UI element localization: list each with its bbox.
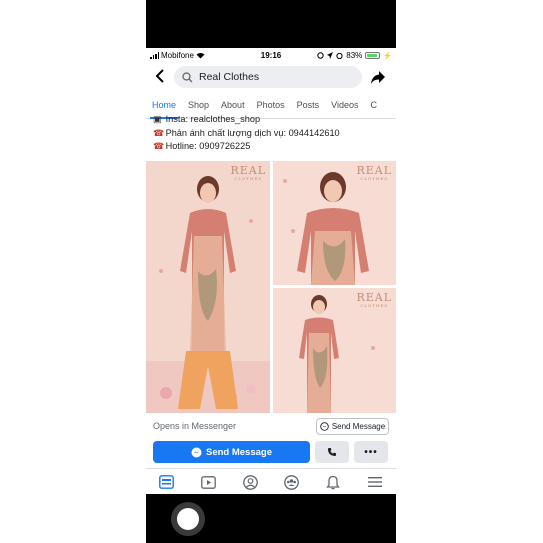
back-icon[interactable] xyxy=(154,68,166,84)
product-photo-3[interactable]: REAL CLOTHES xyxy=(273,288,396,413)
send-message-outline-button[interactable]: Send Message xyxy=(316,418,389,435)
groups-icon[interactable] xyxy=(282,472,302,492)
camera-icon: ▣ xyxy=(153,114,162,124)
battery-percent: 83% xyxy=(346,51,363,60)
home-button[interactable] xyxy=(171,502,205,536)
brand-logo: REAL CLOTHES xyxy=(230,165,266,181)
opens-in-messenger-label: Opens in Messenger xyxy=(153,421,237,431)
status-right: 83% ⚡ xyxy=(317,51,392,60)
send-message-button[interactable]: Send Message xyxy=(153,441,310,463)
brand-name: REAL xyxy=(356,164,392,177)
orientation-lock-icon xyxy=(317,52,324,59)
share-icon[interactable] xyxy=(370,69,386,85)
info-line-insta: ▣ Insta: realclothes_shop xyxy=(153,113,393,127)
watch-icon[interactable] xyxy=(198,472,218,492)
feed-icon[interactable] xyxy=(157,472,177,492)
brand-sub: CLOTHES xyxy=(360,303,389,308)
messenger-icon xyxy=(320,422,329,431)
search-header: Real Clothes xyxy=(146,62,396,92)
location-icon xyxy=(327,52,334,59)
messenger-icon xyxy=(191,447,202,457)
product-photo-1[interactable]: REAL CLOTHES xyxy=(146,161,270,413)
product-photo-2[interactable]: REAL CLOTHES xyxy=(273,161,396,285)
phone-frame: Mobifone 19:16 83% ⚡ Real Clothes Home S… xyxy=(146,0,396,543)
menu-icon[interactable] xyxy=(365,472,385,492)
alarm-icon xyxy=(336,52,343,59)
search-query: Real Clothes xyxy=(199,71,260,83)
post-text: ▣ Insta: realclothes_shop ☎ Phản ánh chấ… xyxy=(153,114,393,154)
brand-logo: REAL CLOTHES xyxy=(356,292,392,308)
brand-name: REAL xyxy=(230,164,266,177)
battery-icon xyxy=(365,52,381,59)
bottom-navigation xyxy=(146,468,396,494)
search-input[interactable]: Real Clothes xyxy=(174,66,362,88)
search-icon xyxy=(182,71,193,82)
send-message-outline-label: Send Message xyxy=(331,422,386,431)
status-bar: Mobifone 19:16 83% ⚡ xyxy=(146,48,396,62)
photo-grid: REAL CLOTHES REAL CLOTHES REAL CLOTHES xyxy=(146,161,396,413)
call-button[interactable] xyxy=(315,441,349,463)
brand-sub: CLOTHES xyxy=(234,176,263,181)
telephone-icon: ☎ xyxy=(153,127,165,138)
insta-text: Insta: realclothes_shop xyxy=(165,114,261,124)
more-button[interactable]: ••• xyxy=(354,441,388,463)
info-line-hotline: ☎ Hotline: 0909726225 xyxy=(153,140,393,154)
action-row: Send Message ••• xyxy=(146,441,396,465)
info-line-feedback: ☎ Phản ánh chất lượng dịch vụ: 094414261… xyxy=(153,127,393,141)
phone-icon xyxy=(328,448,336,456)
notifications-icon[interactable] xyxy=(323,472,343,492)
telephone-icon: ☎ xyxy=(153,141,165,151)
app-screen: Mobifone 19:16 83% ⚡ Real Clothes Home S… xyxy=(146,48,396,494)
profile-icon[interactable] xyxy=(240,472,260,492)
send-message-label: Send Message xyxy=(206,446,272,458)
brand-logo: REAL CLOTHES xyxy=(356,165,392,181)
hotline-text: Hotline: 0909726225 xyxy=(165,141,251,151)
brand-name: REAL xyxy=(356,291,392,304)
feedback-text: Phản ánh chất lượng dịch vụ: 0944142610 xyxy=(165,127,340,138)
brand-sub: CLOTHES xyxy=(360,176,389,181)
charging-icon: ⚡ xyxy=(383,52,392,60)
